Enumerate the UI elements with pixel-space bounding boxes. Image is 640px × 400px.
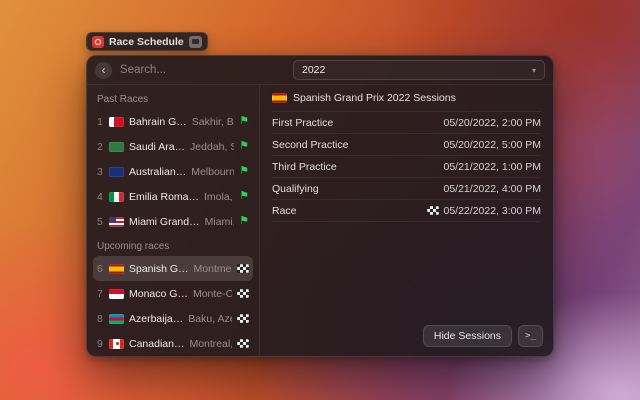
hide-sessions-button[interactable]: Hide Sessions	[423, 325, 512, 347]
year-dropdown-value: 2022	[302, 64, 325, 76]
session-row: Third Practice 05/21/2022, 1:00 PM	[272, 156, 541, 178]
chevron-down-icon: ▾	[532, 66, 536, 75]
race-name: Australian…	[129, 166, 186, 178]
session-name: Qualifying	[272, 183, 319, 195]
upcoming-races-header: Upcoming races	[93, 234, 253, 256]
window-content: Past Races 1 Bahrain G… Sakhir, Bahr… ⚑ …	[87, 85, 553, 356]
race-name: Azerbaija…	[129, 313, 183, 325]
green-flag-icon: ⚑	[239, 141, 249, 152]
spain-flag-icon	[272, 93, 287, 103]
race-list-item[interactable]: 3 Australian… Melbourne,… ⚑	[93, 159, 253, 184]
race-name: Canadian…	[129, 338, 184, 350]
race-schedule-app-icon	[92, 36, 104, 48]
saudi-arabia-flag-icon	[109, 142, 124, 152]
sessions-detail-header: Spanish Grand Prix 2022 Sessions	[272, 85, 541, 112]
session-name: First Practice	[272, 117, 333, 129]
session-name: Third Practice	[272, 161, 337, 173]
green-flag-icon: ⚑	[239, 116, 249, 127]
race-number: 3	[97, 166, 104, 178]
session-name: Second Practice	[272, 139, 348, 151]
italy-flag-icon	[109, 192, 124, 202]
session-row: Second Practice 05/20/2022, 5:00 PM	[272, 134, 541, 156]
australia-flag-icon	[109, 167, 124, 177]
terminal-prompt-icon: >_	[525, 331, 536, 341]
monaco-flag-icon	[109, 289, 124, 299]
race-number: 9	[97, 338, 104, 350]
race-location: Sakhir, Bahr…	[192, 116, 234, 128]
race-location: Jeddah, Sa…	[190, 141, 234, 153]
race-list-item[interactable]: 9 Canadian… Montreal, C…	[93, 331, 253, 356]
race-list-item[interactable]: 8 Azerbaija… Baku, Azerb…	[93, 306, 253, 331]
race-number: 1	[97, 116, 104, 128]
race-list-item[interactable]: 2 Saudi Ara… Jeddah, Sa… ⚑	[93, 134, 253, 159]
race-name: Monaco G…	[129, 288, 188, 300]
search-input[interactable]	[120, 64, 285, 76]
race-name: Bahrain G…	[129, 116, 187, 128]
terminal-prompt-button[interactable]: >_	[518, 325, 543, 347]
session-datetime: 05/21/2022, 1:00 PM	[444, 161, 542, 173]
session-name: Race	[272, 205, 297, 217]
race-location: Baku, Azerb…	[188, 313, 232, 325]
race-name: Spanish G…	[129, 263, 189, 275]
session-row: First Practice 05/20/2022, 2:00 PM	[272, 112, 541, 134]
race-name: Miami Grand…	[129, 216, 200, 228]
race-number: 4	[97, 191, 104, 203]
checkered-flag-icon	[237, 314, 249, 323]
session-datetime: 05/22/2022, 3:00 PM	[444, 205, 542, 217]
sessions-detail-panel: Spanish Grand Prix 2022 Sessions First P…	[260, 85, 553, 356]
checkered-flag-icon	[237, 289, 249, 298]
session-datetime: 05/20/2022, 5:00 PM	[444, 139, 542, 151]
camera-badge-icon[interactable]	[189, 36, 202, 48]
race-location: Melbourne,…	[191, 166, 234, 178]
session-row: Race 05/22/2022, 3:00 PM	[272, 200, 541, 222]
session-datetime: 05/20/2022, 2:00 PM	[444, 117, 542, 129]
race-number: 5	[97, 216, 104, 228]
race-number: 6	[97, 263, 104, 275]
spain-flag-icon	[109, 264, 124, 274]
bahrain-flag-icon	[109, 117, 124, 127]
race-schedule-window: ‹ 2022 ▾ Past Races 1 Bahrain G… Sakhir,…	[86, 55, 554, 357]
race-location: Imola, Italy	[204, 191, 234, 203]
green-flag-icon: ⚑	[239, 216, 249, 227]
window-title: Race Schedule	[109, 36, 184, 48]
checkered-flag-icon	[237, 339, 249, 348]
checkered-flag-icon	[237, 264, 249, 273]
year-dropdown[interactable]: 2022 ▾	[293, 60, 545, 80]
session-row: Qualifying 05/21/2022, 4:00 PM	[272, 178, 541, 200]
usa-flag-icon	[109, 217, 124, 227]
canada-flag-icon	[109, 339, 124, 349]
green-flag-icon: ⚑	[239, 191, 249, 202]
race-name: Saudi Ara…	[129, 141, 185, 153]
race-location: Montreal, C…	[189, 338, 232, 350]
back-chevron-icon: ‹	[102, 64, 106, 76]
race-list-item[interactable]: 5 Miami Grand… Miami, USA ⚑	[93, 209, 253, 234]
session-datetime: 05/21/2022, 4:00 PM	[444, 183, 542, 195]
race-location: Miami, USA	[205, 216, 235, 228]
race-location: Montmeló,…	[194, 263, 232, 275]
checkered-flag-icon	[427, 206, 439, 215]
race-number: 8	[97, 313, 104, 325]
race-name: Emilia Roma…	[129, 191, 199, 203]
race-list-item-selected[interactable]: 6 Spanish G… Montmeló,…	[93, 256, 253, 281]
race-number: 7	[97, 288, 104, 300]
azerbaijan-flag-icon	[109, 314, 124, 324]
race-list-item[interactable]: 1 Bahrain G… Sakhir, Bahr… ⚑	[93, 109, 253, 134]
race-location: Monte-Carl…	[193, 288, 232, 300]
sessions-title: Spanish Grand Prix 2022 Sessions	[293, 92, 456, 104]
race-list-item[interactable]: 7 Monaco G… Monte-Carl…	[93, 281, 253, 306]
topbar: ‹ 2022 ▾	[87, 56, 553, 85]
race-list-panel: Past Races 1 Bahrain G… Sakhir, Bahr… ⚑ …	[87, 85, 260, 356]
back-button[interactable]: ‹	[95, 62, 112, 79]
race-number: 2	[97, 141, 104, 153]
green-flag-icon: ⚑	[239, 166, 249, 177]
actions-footer: Hide Sessions >_	[423, 325, 543, 347]
past-races-header: Past Races	[93, 87, 253, 109]
window-title-tab[interactable]: Race Schedule	[86, 32, 208, 51]
race-list-item[interactable]: 4 Emilia Roma… Imola, Italy ⚑	[93, 184, 253, 209]
